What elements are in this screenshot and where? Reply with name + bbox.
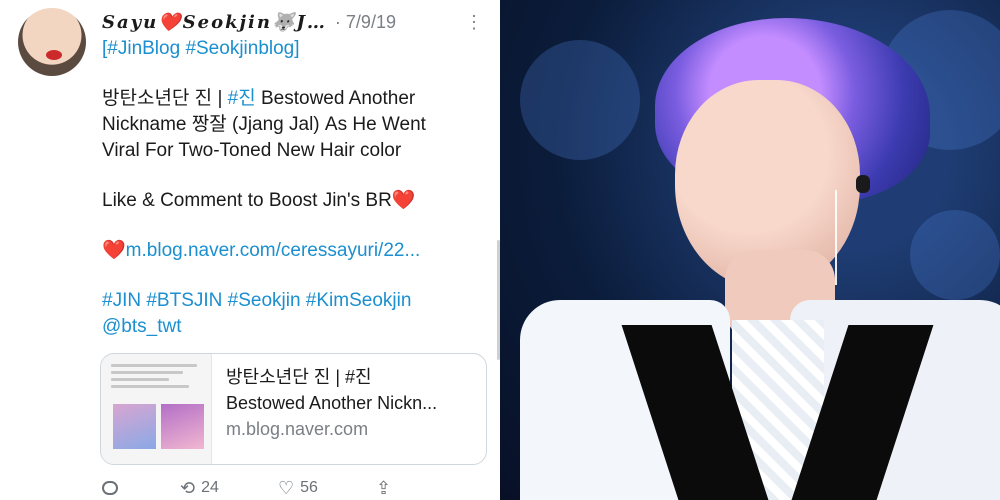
reply-button[interactable] [102,481,180,495]
cta-text: Like & Comment to Boost Jin's BR [102,190,392,211]
like-icon: ♡ [278,477,295,498]
like-button[interactable]: ♡ 56 [278,478,376,499]
link-preview-card[interactable]: 방탄소년단 진 | #진 Bestowed Another Nickn... m… [100,353,487,465]
card-thumbnail-photo-1 [113,404,156,449]
author-display-name[interactable]: 𝑺𝒂𝒚𝒖❤️𝑺𝒆𝒐𝒌𝒋𝒊𝒏🐺𝑱… [102,12,327,33]
blog-link[interactable]: m.blog.naver.com/ceressayuri/22... [126,240,421,261]
tweet-header: 𝑺𝒂𝒚𝒖❤️𝑺𝒆𝒐𝒌𝒋𝒊𝒏🐺𝑱… · 7/9/19 ⋮ [102,8,484,36]
card-domain: m.blog.naver.com [226,419,369,439]
retweet-icon: ⟲ [180,477,196,498]
headline-line-3: Viral For Two-Toned New Hair color [102,140,402,161]
heart-emoji-link: ❤️ [102,240,126,261]
headline-prefix: 방탄소년단 진 | [102,88,228,109]
headline: 방탄소년단 진 | #진 Bestowed Another Nickname 짱… [102,86,472,164]
in-ear-monitor [856,175,870,193]
card-thumbnail-photo-2 [161,404,204,449]
tweet-panel: 𝑺𝒂𝒚𝒖❤️𝑺𝒆𝒐𝒌𝒋𝒊𝒏🐺𝑱… · 7/9/19 ⋮ [#JinBlog #S… [0,0,500,500]
headline-rest-1: Bestowed Another [255,88,416,109]
reply-icon [102,481,118,495]
earphone-wire [835,190,837,285]
tags-line: [#JinBlog #Seokjinblog] [102,36,472,62]
tweet-date[interactable]: · 7/9/19 [335,12,396,33]
like-count: 56 [300,479,318,496]
photo-panel [500,0,1000,500]
card-title-line-1: 방탄소년단 진 | #진 [226,367,372,387]
retweet-button[interactable]: ⟲ 24 [180,478,278,499]
avatar[interactable] [18,8,86,76]
hashtags-line[interactable]: #JIN #BTSJIN #Seokjin #KimSeokjin [102,288,472,314]
card-title-line-2: Bestowed Another Nickn... [226,393,438,413]
retweet-count: 24 [201,479,219,496]
share-button[interactable]: ⇪ [376,478,391,499]
link-line: ❤️m.blog.naver.com/ceressayuri/22... [102,238,472,264]
share-icon: ⇪ [376,477,392,498]
card-text: 방탄소년단 진 | #진 Bestowed Another Nickn... m… [212,354,447,464]
hashtags-block: #JIN #BTSJIN #Seokjin #KimSeokjin @bts_t… [102,288,472,340]
headline-line-1: 방탄소년단 진 | #진 Bestowed Another [102,86,472,112]
avatar-lips [46,50,62,60]
tweet-actions: ⟲ 24 ♡ 56 ⇪ [102,478,432,498]
more-icon[interactable]: ⋮ [464,12,484,32]
tweet-text: [#JinBlog #Seokjinblog] 방탄소년단 진 | #진 Bes… [102,36,472,340]
mention-link[interactable]: @bts_twt [102,314,472,340]
card-thumbnail [101,354,212,464]
cta-line: Like & Comment to Boost Jin's BR❤️ [102,188,472,214]
heart-emoji: ❤️ [391,190,416,211]
headline-hashtag[interactable]: #진 [228,88,256,109]
headline-line-2: Nickname 짱잘 (Jjang Jal) As He Went [102,114,426,135]
tags-line-text[interactable]: [#JinBlog #Seokjinblog] [102,38,300,59]
